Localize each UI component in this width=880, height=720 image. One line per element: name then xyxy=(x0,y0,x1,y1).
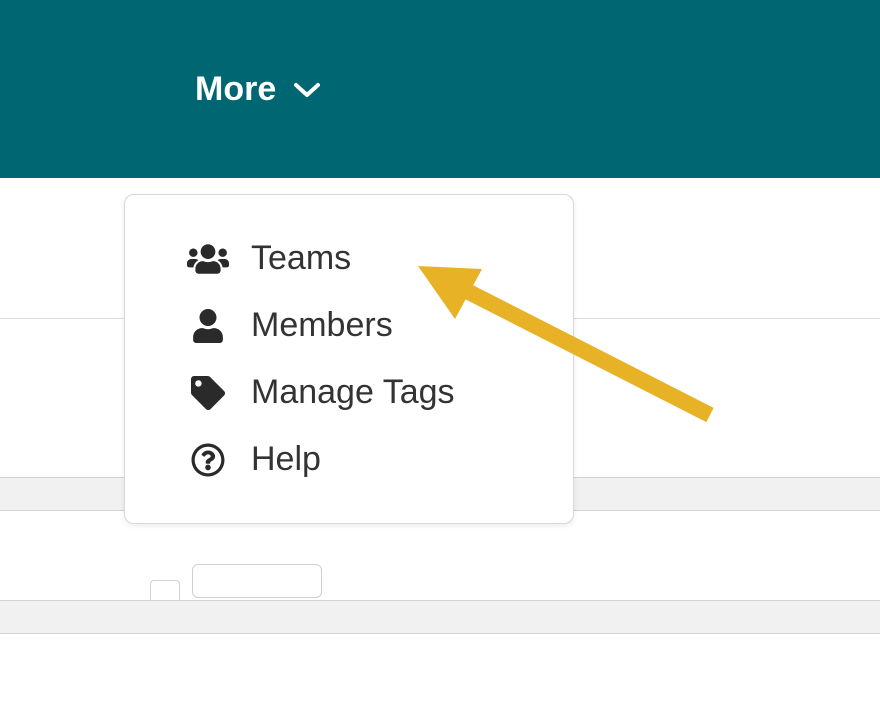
mini-field xyxy=(192,564,322,598)
users-icon xyxy=(187,242,229,276)
more-label: More xyxy=(195,70,276,109)
user-icon xyxy=(187,309,229,343)
menu-item-help[interactable]: Help xyxy=(125,426,573,493)
tag-icon xyxy=(187,376,229,410)
menu-item-manage-tags[interactable]: Manage Tags xyxy=(125,359,573,426)
menu-item-label: Help xyxy=(251,440,321,479)
row-band-2 xyxy=(0,600,880,634)
menu-item-teams[interactable]: Teams xyxy=(125,225,573,292)
menu-item-members[interactable]: Members xyxy=(125,292,573,359)
menu-item-label: Manage Tags xyxy=(251,373,455,412)
mini-tab xyxy=(150,580,180,600)
menu-item-label: Teams xyxy=(251,239,351,278)
question-circle-icon xyxy=(187,443,229,477)
more-dropdown-button[interactable]: More xyxy=(195,70,320,109)
more-dropdown-menu: Teams Members Manage Tags Help xyxy=(124,194,574,524)
menu-item-label: Members xyxy=(251,306,393,345)
navbar: More xyxy=(0,0,880,178)
chevron-down-icon xyxy=(294,82,320,98)
